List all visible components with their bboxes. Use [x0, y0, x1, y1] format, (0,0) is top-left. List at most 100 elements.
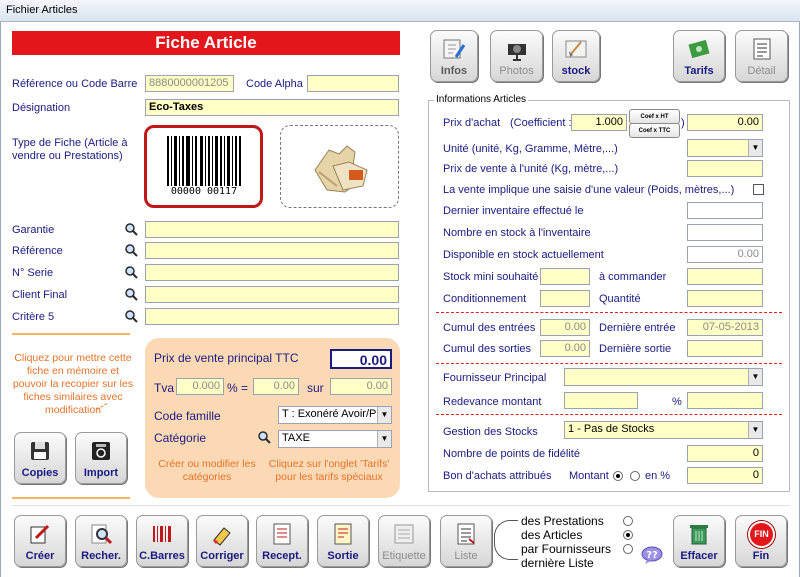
import-disk-icon	[92, 442, 110, 460]
copies-button[interactable]: Copies	[14, 432, 66, 484]
fidelite-field[interactable]: 0	[687, 445, 763, 462]
redevance-montant-field[interactable]	[564, 392, 638, 409]
designation-field[interactable]: Eco-Taxes	[145, 99, 399, 116]
dernier-inventaire-label: Dernier inventaire effectué le	[443, 205, 584, 217]
search-icon[interactable]	[257, 430, 271, 444]
categorie-select[interactable]: TAXE ▼	[278, 430, 392, 448]
import-button[interactable]: Import	[75, 432, 127, 484]
stock-mini-field[interactable]	[540, 268, 590, 285]
search-icon[interactable]	[124, 222, 138, 236]
redevance-pct-field[interactable]	[687, 392, 763, 409]
coefficient-field[interactable]: 1.000	[571, 114, 627, 131]
photos-button[interactable]: Photos	[490, 30, 543, 82]
separator	[436, 312, 782, 313]
coef-ttc-button[interactable]: Coef x TTC	[629, 123, 680, 138]
disponible-label: Disponible en stock actuellement	[443, 249, 604, 261]
sortie-button[interactable]: Sortie	[317, 515, 369, 567]
derniere-sortie-label: Dernière sortie	[599, 343, 672, 355]
floppy-disk-icon	[31, 442, 49, 460]
cumul-sorties-label: Cumul des sorties	[443, 343, 532, 355]
chevron-down-icon: ▼	[377, 431, 391, 447]
cbarres-button[interactable]: C.Barres	[136, 515, 188, 567]
option-fournisseurs-radio[interactable]	[623, 544, 633, 554]
gestion-stocks-select[interactable]: 1 - Pas de Stocks ▼	[564, 421, 763, 439]
coef-ht-button[interactable]: Coef x HT	[629, 109, 680, 124]
reception-button[interactable]: Recept.	[256, 515, 308, 567]
work-gloves-icon	[314, 145, 368, 193]
garantie-label: Garantie	[12, 224, 55, 236]
reference-field[interactable]: 8880000001205	[145, 75, 234, 92]
stock-mini-label: Stock mini souhaité	[443, 271, 539, 283]
barcode-digits: 00000 00117	[165, 186, 243, 197]
option-prestations-radio[interactable]	[623, 516, 633, 526]
disponible-field[interactable]: 0.00	[687, 246, 763, 263]
montant-radio[interactable]	[613, 471, 623, 481]
tarifs-button[interactable]: Tarifs	[673, 30, 725, 82]
stock-button[interactable]: stock	[552, 30, 600, 82]
search-icon[interactable]	[124, 309, 138, 323]
redevance-pct-label: %	[672, 396, 682, 408]
page-title-banner: Fiche Article	[12, 31, 400, 55]
derniere-sortie-field[interactable]	[687, 340, 763, 357]
client-final-label: Client Final	[12, 289, 68, 301]
fin-button[interactable]: FIN Fin	[735, 515, 787, 567]
corriger-button[interactable]: Corriger	[196, 515, 248, 567]
cumul-entrees-field[interactable]: 0.00	[540, 319, 590, 336]
reference2-field[interactable]	[145, 242, 399, 259]
barcode-type-option[interactable]: 00000 00117	[144, 125, 263, 208]
tva-equals-label: % =	[227, 381, 249, 395]
critere5-field[interactable]	[145, 308, 399, 325]
critere5-label: Critère 5	[12, 311, 55, 323]
en-pct-label: en %	[645, 470, 671, 482]
client-final-field[interactable]	[145, 286, 399, 303]
quantite-field[interactable]	[687, 290, 763, 307]
dernier-inventaire-field[interactable]	[687, 202, 763, 219]
search-icon[interactable]	[124, 243, 138, 257]
tva-amount-field[interactable]: 0.00	[253, 378, 299, 395]
infos-button[interactable]: Infos	[430, 30, 478, 82]
prix-unite-field[interactable]	[687, 160, 763, 177]
serie-field[interactable]	[145, 264, 399, 281]
rechercher-button[interactable]: Recher.	[75, 515, 127, 567]
stock-inventaire-field[interactable]	[687, 224, 763, 241]
prix-achat-field[interactable]: 0.00	[687, 114, 763, 131]
a-commander-field[interactable]	[687, 268, 763, 285]
eraser-icon	[212, 527, 231, 546]
etiquette-button[interactable]: Etiquette	[378, 515, 430, 567]
chevron-down-icon: ▼	[748, 140, 762, 156]
svg-text:??: ??	[646, 550, 658, 561]
detail-button[interactable]: Détail	[735, 30, 788, 82]
conditionnement-field[interactable]	[540, 290, 590, 307]
garantie-field[interactable]	[145, 221, 399, 238]
effacer-button[interactable]: Effacer	[673, 515, 725, 567]
creer-button[interactable]: Créer	[14, 515, 66, 567]
sur-field[interactable]: 0.00	[330, 378, 392, 395]
bon-achats-field[interactable]: 0	[687, 467, 763, 484]
unite-select[interactable]: ▼	[687, 139, 763, 157]
code-alpha-field[interactable]	[307, 75, 399, 92]
receipt-icon	[273, 523, 291, 545]
search-icon[interactable]	[124, 287, 138, 301]
saisie-checkbox[interactable]	[753, 184, 764, 195]
help-bubble-icon[interactable]: ??	[641, 546, 663, 564]
separator	[436, 414, 782, 415]
window-titlebar: Fichier Articles	[0, 0, 800, 22]
cumul-sorties-field[interactable]: 0.00	[540, 340, 590, 357]
derniere-entree-field[interactable]: 07-05-2013	[687, 319, 763, 336]
option-articles-radio[interactable]	[623, 530, 633, 540]
fournisseur-label: Fournisseur Principal	[443, 372, 547, 384]
list-document-icon	[457, 523, 475, 545]
window-title: Fichier Articles	[6, 4, 78, 16]
tva-rate-field[interactable]: 0.000	[176, 378, 224, 395]
search-icon[interactable]	[124, 265, 138, 279]
a-commander-label: à commander	[599, 271, 667, 283]
service-type-option[interactable]	[280, 125, 399, 208]
en-pct-radio[interactable]	[630, 471, 640, 481]
conditionnement-label: Conditionnement	[443, 293, 527, 305]
fournisseur-select[interactable]: ▼	[564, 368, 763, 386]
prix-ttc-field[interactable]: 0.00	[330, 349, 392, 369]
document-list-icon	[753, 38, 770, 60]
categories-hint[interactable]: Créer ou modifier les catégories	[152, 458, 262, 484]
liste-button[interactable]: Liste	[440, 515, 492, 567]
code-famille-select[interactable]: T : Exonéré Avoir/P ▼	[278, 406, 392, 424]
